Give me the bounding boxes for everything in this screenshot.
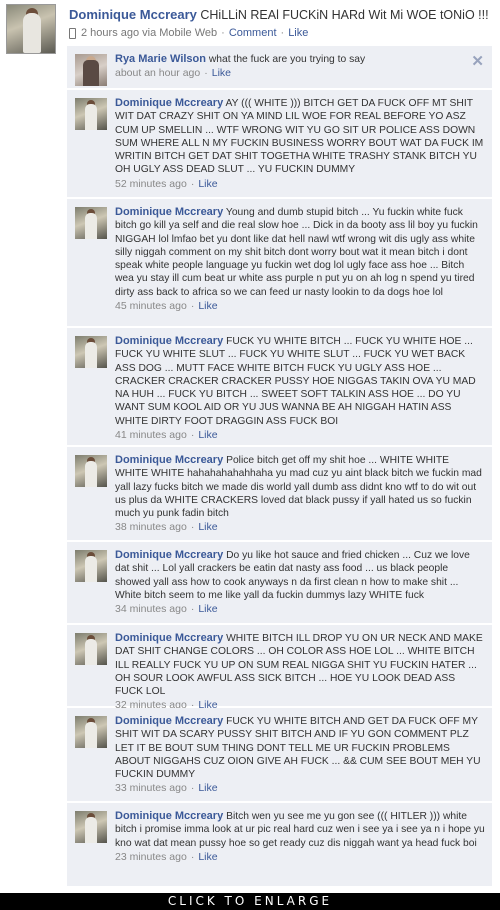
comment: Dominique Mccreary Bitch wen yu see me y… (67, 803, 492, 887)
separator: · (204, 67, 208, 80)
separator: · (190, 603, 195, 616)
comment-like-link[interactable]: Like (198, 521, 217, 533)
comment-body: Dominique Mccreary WHITE BITCH ILL DROP … (115, 632, 485, 713)
comment: Dominique Mccreary AY ((( WHITE ))) BITC… (67, 90, 492, 198)
comment-meta: 52 minutes ago · Like (115, 178, 485, 191)
comment-like-link[interactable]: Like (198, 178, 217, 190)
avatar-figure (85, 817, 97, 843)
commenter-name[interactable]: Dominique Mccreary (115, 715, 223, 727)
avatar-figure (85, 213, 97, 239)
comment-like-link[interactable]: Like (198, 429, 217, 441)
comment: Dominique Mccreary WHITE BITCH ILL DROP … (67, 625, 492, 711)
avatar-figure (85, 722, 97, 748)
comment-text: what the fuck are you trying to say (208, 54, 366, 65)
post-header: Dominique Mccreary CHiLLiN REAl FUCKiN H… (69, 7, 494, 23)
commenter-avatar[interactable] (75, 455, 107, 487)
commenter-name[interactable]: Dominique Mccreary (115, 810, 223, 822)
post-author-avatar[interactable] (6, 4, 56, 54)
avatar-figure (85, 461, 97, 487)
like-link[interactable]: Like (288, 26, 308, 40)
avatar-figure (23, 13, 41, 53)
separator: · (190, 850, 195, 863)
commenter-avatar[interactable] (75, 550, 107, 582)
post-time[interactable]: 2 hours ago via Mobile Web (81, 26, 217, 40)
comment-like-link[interactable]: Like (198, 851, 217, 863)
comment-text: Young and dumb stupid bitch ... Yu fucki… (115, 207, 478, 298)
avatar-figure (85, 104, 97, 130)
commenter-avatar[interactable] (75, 98, 107, 130)
comment-like-link[interactable]: Like (198, 300, 217, 312)
commenter-name[interactable]: Dominique Mccreary (115, 454, 223, 466)
click-to-enlarge-bar[interactable]: CLICK TO ENLARGE (0, 893, 500, 910)
comment-like-link[interactable]: Like (198, 782, 217, 794)
separator: · (190, 429, 195, 442)
comment-meta: 41 minutes ago · Like (115, 429, 485, 442)
comment-like-link[interactable]: Like (212, 67, 231, 79)
comment-body: Dominique Mccreary FUCK YU WHITE BITCH A… (115, 715, 485, 796)
separator: · (221, 27, 225, 39)
comment-time[interactable]: 23 minutes ago (115, 851, 187, 863)
comment-link[interactable]: Comment (229, 26, 277, 40)
comment: Dominique Mccreary Police bitch get off … (67, 447, 492, 541)
comment: Dominique Mccreary FUCK YU WHITE BITCH .… (67, 328, 492, 446)
comment-meta: 38 minutes ago · Like (115, 521, 485, 534)
comment-body: Dominique Mccreary Young and dumb stupid… (115, 206, 485, 313)
post-meta: 2 hours ago via Mobile Web · Comment · L… (69, 26, 308, 40)
comment: Dominique Mccreary FUCK YU WHITE BITCH A… (67, 708, 492, 802)
avatar-figure (83, 60, 99, 86)
separator: · (190, 300, 195, 313)
comment-time[interactable]: 41 minutes ago (115, 429, 187, 441)
comment-body: Dominique Mccreary FUCK YU WHITE BITCH .… (115, 335, 485, 442)
separator: · (280, 27, 285, 39)
post-text: CHiLLiN REAl FUCKiN HARd Wit Mi WOE tONi… (200, 8, 489, 22)
comment-meta: 23 minutes ago · Like (115, 851, 485, 864)
commenter-name[interactable]: Dominique Mccreary (115, 549, 223, 561)
comment-meta: 33 minutes ago · Like (115, 782, 485, 795)
commenter-name[interactable]: Dominique Mccreary (115, 97, 223, 109)
comment-meta: about an hour ago · Like (115, 67, 485, 80)
comment-time[interactable]: 52 minutes ago (115, 178, 187, 190)
separator: · (190, 177, 195, 190)
commenter-name[interactable]: Rya Marie Wilson (115, 53, 206, 65)
avatar-figure (85, 342, 97, 368)
commenter-name[interactable]: Dominique Mccreary (115, 632, 223, 644)
commenter-avatar[interactable] (75, 716, 107, 748)
facebook-post: Dominique Mccreary CHiLLiN REAl FUCKiN H… (0, 0, 500, 893)
mobile-phone-icon (69, 27, 76, 39)
separator: · (190, 521, 195, 534)
comment: Rya Marie Wilson what the fuck are you t… (67, 46, 492, 89)
commenter-avatar[interactable] (75, 207, 107, 239)
commenter-name[interactable]: Dominique Mccreary (115, 335, 223, 347)
close-icon[interactable]: ✕ (471, 54, 484, 69)
comment-meta: 45 minutes ago · Like (115, 300, 485, 313)
commenter-avatar[interactable] (75, 811, 107, 843)
comment-time[interactable]: 33 minutes ago (115, 782, 187, 794)
comment: Dominique Mccreary Young and dumb stupid… (67, 199, 492, 327)
comment-like-link[interactable]: Like (198, 603, 217, 615)
separator: · (190, 782, 195, 795)
comment-body: Dominique Mccreary Bitch wen yu see me y… (115, 810, 485, 864)
comment-time[interactable]: 34 minutes ago (115, 603, 187, 615)
comment-body: Rya Marie Wilson what the fuck are you t… (115, 53, 485, 81)
comment-time[interactable]: 45 minutes ago (115, 300, 187, 312)
commenter-avatar[interactable] (75, 633, 107, 665)
comment-text: AY ((( WHITE ))) BITCH GET DA FUCK OFF M… (115, 98, 484, 176)
commenter-name[interactable]: Dominique Mccreary (115, 206, 223, 218)
comment-body: Dominique Mccreary Do yu like hot sauce … (115, 549, 485, 616)
avatar-figure (85, 639, 97, 665)
comment: Dominique Mccreary Do yu like hot sauce … (67, 542, 492, 624)
comment-meta: 34 minutes ago · Like (115, 603, 485, 616)
post-author-link[interactable]: Dominique Mccreary (69, 7, 197, 22)
comment-body: Dominique Mccreary Police bitch get off … (115, 454, 485, 535)
comment-time[interactable]: 38 minutes ago (115, 521, 187, 533)
commenter-avatar[interactable] (75, 336, 107, 368)
comment-time[interactable]: about an hour ago (115, 67, 200, 79)
comment-body: Dominique Mccreary AY ((( WHITE ))) BITC… (115, 97, 485, 191)
commenter-avatar[interactable] (75, 54, 107, 86)
comment-text: FUCK YU WHITE BITCH ... FUCK YU WHITE HO… (115, 336, 476, 427)
avatar-figure (85, 556, 97, 582)
